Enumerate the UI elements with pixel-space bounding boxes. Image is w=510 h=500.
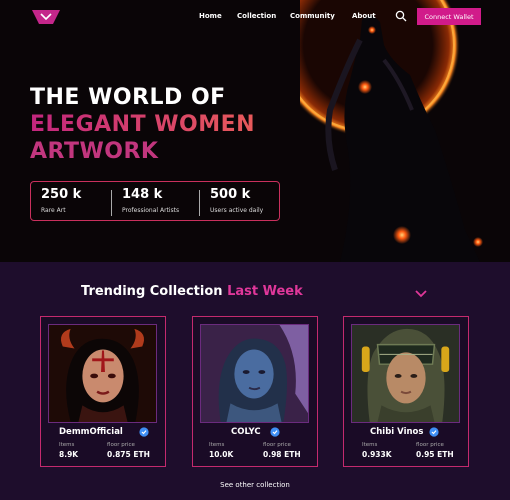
- nav-link-home[interactable]: Home: [199, 12, 222, 20]
- hero-section: Home Collection Community About Connect …: [0, 0, 510, 262]
- items-value: 8.9K: [59, 450, 79, 459]
- hero-artwork: [300, 0, 510, 262]
- stat-label: Users active daily: [210, 207, 264, 214]
- items-value: 10.0K: [209, 450, 234, 459]
- verified-badge-icon: [270, 427, 280, 437]
- logo-icon[interactable]: [31, 9, 61, 25]
- items-label: Items: [209, 442, 225, 448]
- search-icon[interactable]: [395, 10, 407, 22]
- verified-badge-icon: [429, 427, 439, 437]
- nav-link-community[interactable]: Community: [290, 12, 335, 20]
- trending-period-dropdown[interactable]: Last Week: [227, 284, 303, 299]
- stat-value: 500 k: [210, 187, 251, 202]
- trending-title: Trending Collection Last Week: [81, 284, 303, 299]
- chevron-down-icon[interactable]: [414, 288, 428, 298]
- collection-image-helmet-woman: [351, 324, 460, 423]
- stat-value: 250 k: [41, 187, 82, 202]
- floor-price-value: 0.98 ETH: [263, 450, 301, 459]
- hero-title-line-2: ELEGANT WOMEN: [30, 112, 256, 137]
- collection-name: COLYC: [231, 427, 261, 437]
- stat-divider: [111, 190, 112, 216]
- collection-name: Chibi Vinos: [370, 427, 424, 437]
- floor-price-label: floor price: [263, 442, 291, 448]
- collection-card-chibi-vinos[interactable]: Chibi Vinos Items 0.933K floor price 0.9…: [343, 316, 469, 467]
- verified-badge-icon: [139, 427, 149, 437]
- floor-price-label: floor price: [416, 442, 444, 448]
- hero-title-line-3: ARTWORK: [30, 139, 159, 164]
- collection-image-demon-woman: [48, 324, 157, 423]
- see-other-collection-link[interactable]: See other collection: [0, 481, 510, 489]
- stat-label: Professional Artists: [122, 207, 180, 214]
- collection-card-demmofficial[interactable]: DemmOfficial Items 8.9K floor price 0.87…: [40, 316, 166, 467]
- nav-link-collection[interactable]: Collection: [237, 12, 276, 20]
- stats-panel: 250 k Rare Art 148 k Professional Artist…: [30, 181, 280, 221]
- stat-label: Rare Art: [41, 207, 66, 214]
- collection-name: DemmOfficial: [59, 427, 123, 437]
- nav-link-about[interactable]: About: [352, 12, 376, 20]
- items-label: Items: [362, 442, 378, 448]
- items-label: Items: [59, 442, 75, 448]
- collection-card-colyc[interactable]: COLYC Items 10.0K floor price 0.98 ETH: [192, 316, 318, 467]
- stat-value: 148 k: [122, 187, 163, 202]
- items-value: 0.933K: [362, 450, 392, 459]
- top-navigation: Home Collection Community About Connect …: [0, 0, 510, 34]
- stat-divider: [199, 190, 200, 216]
- collection-image-blue-woman: [200, 324, 309, 423]
- hero-title-line-1: THE WORLD OF: [30, 85, 226, 110]
- connect-wallet-button[interactable]: Connect Wallet: [417, 8, 481, 25]
- trending-title-text: Trending Collection: [81, 284, 223, 299]
- floor-price-value: 0.875 ETH: [107, 450, 150, 459]
- floor-price-value: 0.95 ETH: [416, 450, 454, 459]
- floor-price-label: floor price: [107, 442, 135, 448]
